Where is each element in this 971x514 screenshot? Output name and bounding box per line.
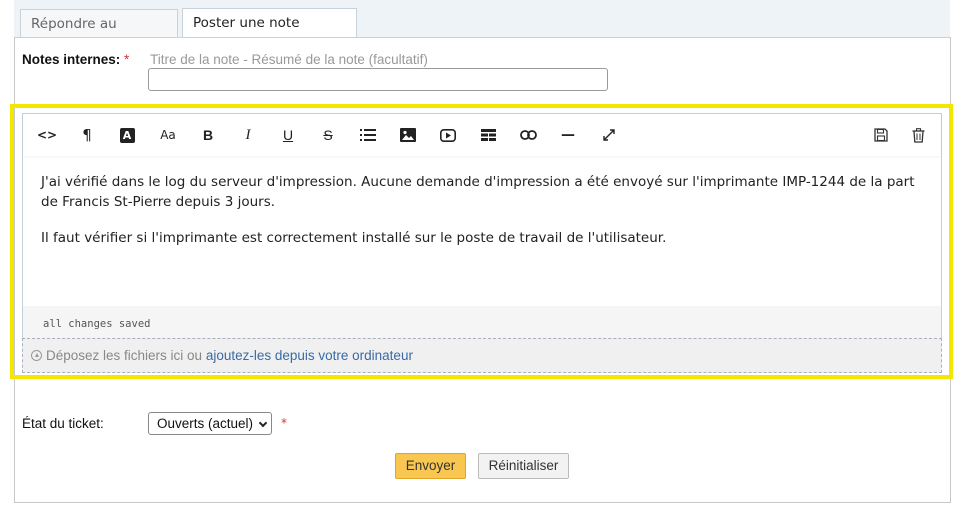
bold-icon[interactable]: B xyxy=(197,125,219,145)
ticket-state-label: État du ticket: xyxy=(22,416,104,431)
strikethrough-icon[interactable]: S xyxy=(317,125,339,145)
note-title-input[interactable] xyxy=(148,68,608,91)
editor-status-bar: all changes saved xyxy=(23,306,941,338)
browse-files-link[interactable]: ajoutez-les depuis votre ordinateur xyxy=(206,348,413,363)
link-glyph xyxy=(519,130,537,140)
editor-paragraph: J'ai vérifié dans le log du serveur d'im… xyxy=(41,174,915,210)
ticket-state-select[interactable]: Ouverts (actuel) xyxy=(148,412,272,435)
trash-glyph xyxy=(912,127,924,143)
notes-label: Notes internes: * xyxy=(22,52,129,67)
font-size-icon[interactable]: Aa xyxy=(157,125,179,145)
video-glyph xyxy=(440,128,456,142)
send-button[interactable]: Envoyer xyxy=(395,453,466,479)
editor-toolbar: <> ¶ A Aa B I U S — xyxy=(23,114,941,156)
link-icon[interactable] xyxy=(517,125,539,145)
notes-label-text: Notes internes: xyxy=(22,52,121,67)
reset-button[interactable]: Réinitialiser xyxy=(478,453,569,479)
chevron-down-icon xyxy=(258,418,268,428)
table-glyph xyxy=(480,129,496,141)
rich-text-editor[interactable]: <> ¶ A Aa B I U S — J'ai vérifié dans le… xyxy=(22,113,942,338)
save-draft-icon[interactable] xyxy=(870,125,892,145)
image-glyph xyxy=(400,128,416,142)
table-icon[interactable] xyxy=(477,125,499,145)
save-glyph xyxy=(874,128,888,142)
dropzone-text: Déposez les fichiers ici ou xyxy=(46,348,206,363)
file-dropzone[interactable]: Déposez les fichiers ici ou ajoutez-les … xyxy=(22,338,942,373)
fullscreen-glyph xyxy=(603,129,615,141)
editor-paragraph: Il faut vérifier si l'imprimante est cor… xyxy=(41,230,667,246)
required-marker: * xyxy=(124,52,130,67)
note-title-hint: Titre de la note - Résumé de la note (fa… xyxy=(150,52,428,67)
list-icon[interactable] xyxy=(357,125,379,145)
italic-icon[interactable]: I xyxy=(237,125,259,145)
required-marker: * xyxy=(281,416,287,430)
editor-content[interactable]: J'ai vérifié dans le log du serveur d'im… xyxy=(41,172,921,264)
ticket-state-value: Ouverts (actuel) xyxy=(157,416,254,431)
save-status: all changes saved xyxy=(43,318,151,330)
delete-draft-icon[interactable] xyxy=(907,125,929,145)
code-view-icon[interactable]: <> xyxy=(36,125,58,145)
video-icon[interactable] xyxy=(437,125,459,145)
paragraph-icon[interactable]: ¶ xyxy=(76,125,98,145)
tab-reply[interactable]: Répondre au message xyxy=(20,9,178,60)
font-color-icon[interactable]: A xyxy=(116,125,138,145)
horizontal-rule-icon[interactable]: — xyxy=(557,125,579,145)
tab-internal-note[interactable]: Poster une note interne xyxy=(182,8,357,59)
underline-icon[interactable]: U xyxy=(277,125,299,145)
list-glyph xyxy=(360,129,376,141)
fullscreen-icon[interactable] xyxy=(598,125,620,145)
font-color-glyph: A xyxy=(119,127,135,143)
upload-icon xyxy=(31,350,42,361)
image-icon[interactable] xyxy=(397,125,419,145)
